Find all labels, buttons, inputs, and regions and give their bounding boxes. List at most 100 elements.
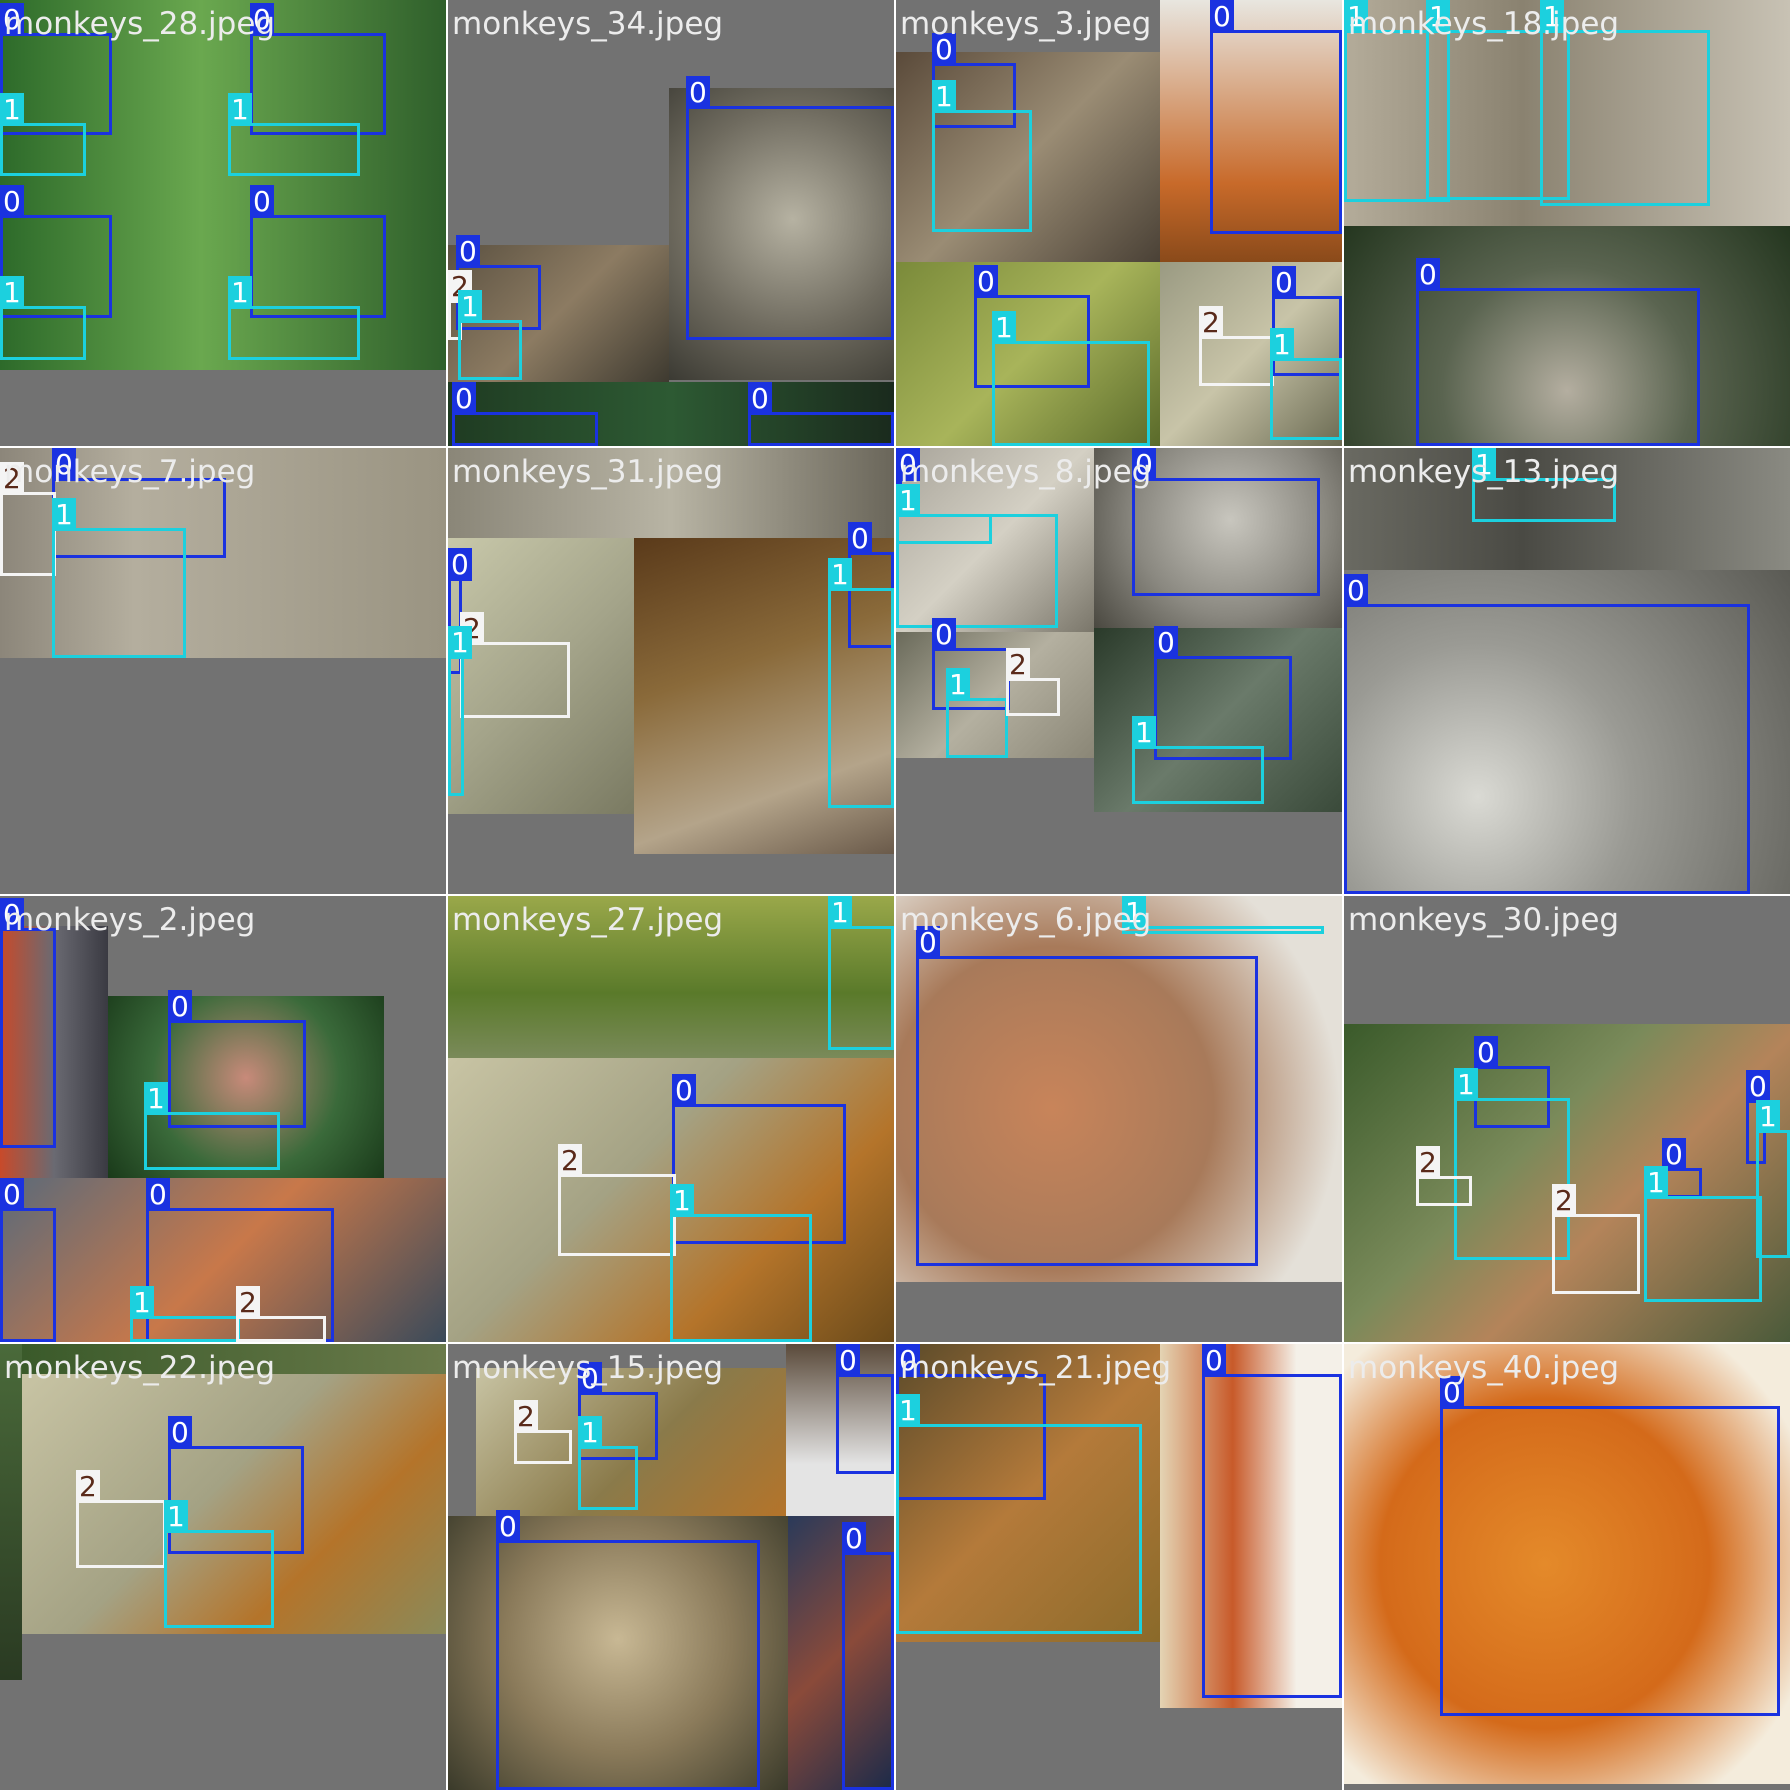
mosaic-tile: 0 2 1 monkeys_7.jpeg xyxy=(0,448,446,894)
bounding-box-class-0: 0 xyxy=(1202,1344,1342,1698)
bounding-box-class-0: 0 xyxy=(0,1178,56,1342)
bounding-box-class-0: 0 xyxy=(250,3,386,135)
bounding-box-class-1: 1 xyxy=(144,1082,280,1170)
class-label: 2 xyxy=(558,1144,582,1177)
class-label: 0 xyxy=(748,382,772,415)
bounding-box-class-0: 0 xyxy=(1344,574,1750,894)
filename-label: monkeys_8.jpeg xyxy=(900,454,1152,490)
bounding-box-class-0: 0 xyxy=(1440,1376,1780,1716)
bounding-box-class-1: 1 xyxy=(0,93,86,176)
class-label: 0 xyxy=(848,522,872,555)
bounding-box-class-0: 0 xyxy=(1132,448,1320,596)
bounding-box-class-1: 1 xyxy=(164,1500,274,1628)
bounding-box-class-2: 2 xyxy=(236,1286,326,1342)
mosaic-tile: 1 0 monkeys_6.jpeg xyxy=(896,896,1342,1342)
class-label: 1 xyxy=(896,1394,920,1427)
class-label: 0 xyxy=(842,1522,866,1555)
class-label: 2 xyxy=(1416,1146,1440,1179)
class-label: 0 xyxy=(1474,1036,1498,1069)
bounding-box-class-0: 0 xyxy=(686,76,894,340)
class-label: 0 xyxy=(1210,0,1234,33)
class-label: 2 xyxy=(514,1400,538,1433)
mosaic-tile: 0 2 1 monkeys_22.jpeg xyxy=(0,1344,446,1790)
mosaic-tile: 0 0 1 0 0 1 2 monkeys_2.jpeg xyxy=(0,896,446,1342)
class-label: 0 xyxy=(168,990,192,1023)
filename-label: monkeys_18.jpeg xyxy=(1348,6,1620,42)
bounding-box-class-0: 0 xyxy=(836,1344,894,1474)
mosaic-tile: 0 1 0 1 0 1 0 1 monkeys_28.jpeg xyxy=(0,0,446,446)
bounding-box-class-2: 2 xyxy=(1552,1184,1640,1294)
bounding-box-class-1: 1 xyxy=(228,93,360,176)
bounding-box-class-2: 2 xyxy=(0,462,56,576)
class-label: 0 xyxy=(456,235,480,268)
bounding-box-class-0: 0 xyxy=(1154,626,1292,760)
bounding-box-class-0: 0 xyxy=(1416,258,1700,446)
class-label: 1 xyxy=(144,1082,168,1115)
bounding-box-class-2: 2 xyxy=(558,1144,676,1256)
filename-label: monkeys_31.jpeg xyxy=(452,454,724,490)
class-label: 1 xyxy=(1132,716,1156,749)
class-label: 0 xyxy=(448,548,472,581)
class-label: 2 xyxy=(1006,648,1030,681)
class-label: 1 xyxy=(1644,1166,1668,1199)
class-label: 1 xyxy=(130,1286,154,1319)
bounding-box-class-1: 1 xyxy=(896,1394,1142,1634)
bounding-box-class-0: 0 xyxy=(250,185,386,318)
class-label: 1 xyxy=(1756,1100,1780,1133)
class-label: 0 xyxy=(168,1416,192,1449)
class-label: 1 xyxy=(932,80,956,113)
class-label: 1 xyxy=(0,93,24,126)
class-label: 2 xyxy=(1552,1184,1576,1217)
class-label: 2 xyxy=(1199,306,1223,339)
mosaic-grid: 0 1 0 1 0 1 0 1 monkeys_28.jpeg 0 0 2 1 0 0 monkeys_34.… xyxy=(0,0,1792,1792)
class-label: 1 xyxy=(52,498,76,531)
class-label: 1 xyxy=(946,668,970,701)
class-label: 1 xyxy=(228,276,252,309)
class-label: 1 xyxy=(578,1416,602,1449)
class-label: 0 xyxy=(146,1178,170,1211)
bounding-box-class-1: 1 xyxy=(932,80,1032,232)
bounding-box-class-1: 1 xyxy=(0,276,86,360)
bounding-box-class-2: 2 xyxy=(460,612,570,718)
bounding-box-class-1: 1 xyxy=(1644,1166,1762,1302)
bounding-box-class-1: 1 xyxy=(130,1286,240,1342)
bounding-box-class-1: 1 xyxy=(52,498,186,658)
filename-label: monkeys_2.jpeg xyxy=(4,902,256,938)
filename-label: monkeys_40.jpeg xyxy=(1348,1350,1620,1386)
filename-label: monkeys_13.jpeg xyxy=(1348,454,1620,490)
class-label: 0 xyxy=(1416,258,1440,291)
class-label: 0 xyxy=(672,1074,696,1107)
mosaic-tile: 0 2 1 0 0 0 monkeys_15.jpeg xyxy=(448,1344,894,1790)
mosaic-tile: 1 0 monkeys_13.jpeg xyxy=(1344,448,1790,894)
bounding-box-class-0: 0 xyxy=(1210,0,1342,234)
mosaic-tile: 001101201monkeys_8.jpeg xyxy=(896,448,1342,894)
bounding-box-class-2: 2 xyxy=(1006,648,1060,716)
mosaic-tile: 0 monkeys_40.jpeg xyxy=(1344,1344,1790,1790)
filename-label: monkeys_6.jpeg xyxy=(900,902,1152,938)
bounding-box-class-0: 0 xyxy=(748,382,894,446)
class-label: 0 xyxy=(932,618,956,651)
bounding-box-class-1: 1 xyxy=(992,311,1150,446)
class-label: 0 xyxy=(1154,626,1178,659)
class-label: 0 xyxy=(1202,1344,1226,1377)
filename-label: monkeys_27.jpeg xyxy=(452,902,724,938)
class-label: 1 xyxy=(458,290,482,323)
class-label: 0 xyxy=(974,265,998,298)
filename-label: monkeys_34.jpeg xyxy=(452,6,724,42)
class-label: 2 xyxy=(236,1286,260,1319)
bounding-box-class-1: 1 xyxy=(1132,716,1264,804)
class-label: 0 xyxy=(1272,266,1296,299)
bounding-box-class-0: 0 xyxy=(0,898,56,1148)
bounding-box-class-1: 1 xyxy=(946,668,1008,758)
bounding-box-class-1: 1 xyxy=(828,558,894,808)
class-label: 2 xyxy=(76,1470,100,1503)
mosaic-tile: 0 2 1 0 1 monkeys_31.jpeg xyxy=(448,448,894,894)
bounding-box-class-2: 2 xyxy=(1199,306,1274,386)
class-label: 1 xyxy=(164,1500,188,1533)
filename-label: monkeys_22.jpeg xyxy=(4,1350,276,1386)
bounding-box-class-2: 2 xyxy=(76,1470,166,1568)
bounding-box-class-0: 0 xyxy=(496,1510,760,1790)
bounding-box-class-0: 0 xyxy=(452,382,598,446)
class-label: 0 xyxy=(836,1344,860,1377)
class-label: 1 xyxy=(1270,328,1294,361)
